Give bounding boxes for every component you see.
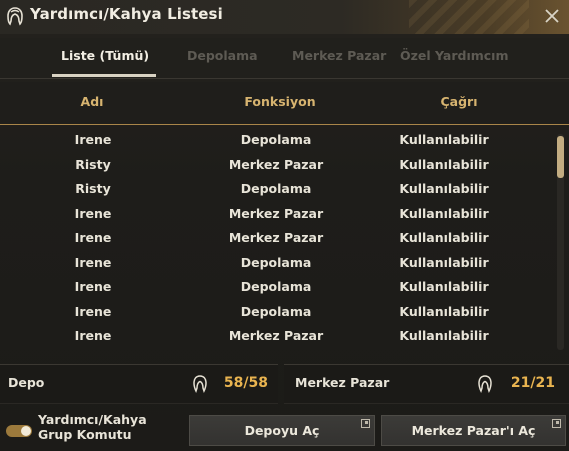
open-market-label: Merkez Pazar'ı Aç [411, 423, 536, 438]
row-name: Irene [74, 205, 112, 221]
row-function: Depolama [240, 254, 312, 270]
maid-list-window: Yardımcı/Kahya Listesi Liste (Tümü) Depo… [0, 0, 569, 451]
tab-bar: Liste (Tümü) Depolama Merkez Pazar Özel … [0, 38, 569, 79]
row-function: Depolama [240, 279, 312, 294]
row-call-status: Kullanılabilir [399, 230, 489, 245]
tab-storage[interactable]: Depolama [187, 48, 258, 63]
header-name: Adı [80, 94, 104, 109]
popout-icon [361, 419, 370, 428]
market-count: 21/21 [510, 375, 555, 391]
header-function: Fonksiyon [244, 94, 316, 109]
tab-list-all[interactable]: Liste (Tümü) [61, 48, 149, 63]
row-function: Merkez Pazar [228, 205, 324, 221]
row-function: Merkez Pazar [228, 156, 324, 172]
popout-icon [552, 419, 561, 428]
maid-list[interactable]: Irene Depolama Kullanılabilir Risty Merkez P… [0, 128, 545, 352]
group-command-label: Yardımcı/Kahya Grup Komutu [38, 412, 147, 442]
row-name: Risty [75, 181, 111, 196]
row-call-status: Kullanılabilir [399, 254, 489, 270]
open-market-button[interactable]: Merkez Pazar'ı Aç [381, 415, 566, 446]
header-call: Çağrı [440, 94, 478, 109]
row-function: Merkez Pazar [228, 230, 324, 245]
storage-label: Depo [8, 375, 45, 390]
scrollbar-thumb[interactable] [557, 136, 564, 178]
storage-count: 58/58 [223, 375, 268, 391]
row-function: Depolama [240, 181, 312, 196]
row-name: Irene [74, 328, 112, 343]
row-call-status: Kullanılabilir [399, 156, 489, 172]
row-function: Merkez Pazar [228, 328, 324, 343]
table-row[interactable]: Irene Depolama Kullanılabilir [0, 128, 545, 153]
title-bar[interactable]: Yardımcı/Kahya Listesi [0, 0, 569, 34]
row-name: Irene [74, 303, 112, 319]
storage-panel: Depo 58/58 [0, 364, 278, 404]
close-icon[interactable] [541, 5, 563, 27]
maid-head-icon [193, 375, 207, 393]
row-call-status: Kullanılabilir [399, 181, 489, 196]
tab-my-maid[interactable]: Özel Yardımcım [400, 48, 509, 63]
title-decoration [409, 0, 529, 34]
toggle-knob [21, 426, 31, 436]
table-row[interactable]: Irene Depolama Kullanılabilir [0, 275, 545, 300]
open-storage-button[interactable]: Depoyu Aç [189, 415, 375, 446]
row-call-status: Kullanılabilir [399, 303, 489, 319]
row-name: Irene [74, 230, 112, 245]
row-name: Irene [74, 279, 112, 294]
row-call-status: Kullanılabilir [399, 279, 489, 294]
table-row[interactable]: Irene Depolama Kullanılabilir [0, 251, 545, 276]
group-command-toggle[interactable] [6, 425, 32, 437]
tab-central-market[interactable]: Merkez Pazar [292, 48, 386, 63]
table-header: Adı Fonksiyon Çağrı [0, 82, 569, 125]
row-call-status: Kullanılabilir [399, 205, 489, 221]
row-call-status: Kullanılabilir [399, 328, 489, 343]
window-title: Yardımcı/Kahya Listesi [30, 5, 223, 23]
row-name: Irene [74, 132, 112, 147]
maid-head-icon [478, 375, 492, 393]
table-row[interactable]: Risty Depolama Kullanılabilir [0, 177, 545, 202]
row-call-status: Kullanılabilir [399, 132, 489, 147]
open-storage-label: Depoyu Aç [244, 423, 320, 438]
active-tab-indicator [52, 74, 156, 77]
market-label: Merkez Pazar [295, 375, 390, 390]
row-function: Depolama [240, 132, 312, 147]
row-function: Depolama [240, 303, 312, 319]
table-row[interactable]: Irene Depolama Kullanılabilir [0, 300, 545, 325]
table-row[interactable]: Irene Merkez Pazar Kullanılabilir [0, 324, 545, 349]
table-row[interactable]: Risty Merkez Pazar Kullanılabilir [0, 153, 545, 178]
row-name: Risty [75, 156, 111, 172]
table-row[interactable]: Irene Merkez Pazar Kullanılabilir [0, 202, 545, 227]
table-row[interactable]: Irene Merkez Pazar Kullanılabilir [0, 226, 545, 251]
market-panel: Merkez Pazar 21/21 [284, 364, 569, 404]
maid-head-icon [7, 7, 23, 26]
row-name: Irene [74, 254, 112, 270]
